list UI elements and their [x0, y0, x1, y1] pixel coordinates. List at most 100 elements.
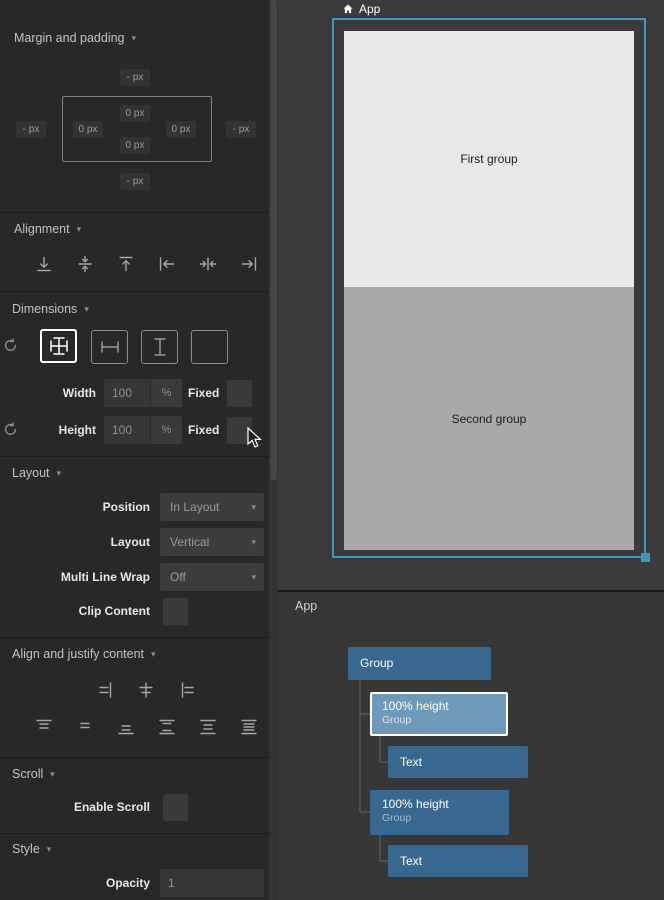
align-center-horizontal-icon[interactable]: [196, 252, 220, 276]
position-value: In Layout: [170, 500, 219, 514]
padding-top-field[interactable]: 0 px: [120, 105, 150, 122]
layout-direction-label: Layout: [0, 528, 150, 556]
divider: [0, 291, 278, 292]
node-label: Text: [400, 746, 528, 778]
resize-handle[interactable]: [641, 553, 650, 562]
opacity-input[interactable]: [160, 869, 264, 897]
margin-left-field[interactable]: - px: [16, 121, 46, 138]
layout-direction-dropdown[interactable]: Vertical ▾: [160, 528, 264, 556]
divider: [0, 833, 278, 834]
inspector-scrollbar[interactable]: [269, 0, 278, 900]
node-group-100-height-2[interactable]: 100% height Group: [370, 790, 509, 835]
node-label: Text: [400, 845, 528, 877]
width-fixed-label: Fixed: [188, 379, 219, 407]
margin-right-field[interactable]: - px: [226, 121, 256, 138]
height-label: Height: [0, 416, 96, 444]
padding-right-field[interactable]: 0 px: [166, 121, 196, 138]
chevron-down-icon: ▾: [132, 34, 137, 43]
node-graph-panel[interactable]: App Group 100% height Group Text 100% he…: [278, 590, 664, 900]
content-stretch-icon[interactable]: [237, 715, 261, 739]
clip-content-checkbox[interactable]: [163, 598, 188, 625]
chevron-down-icon: ▾: [57, 469, 62, 478]
section-margin-padding[interactable]: Margin and padding ▾: [14, 31, 136, 45]
align-left-icon[interactable]: [155, 252, 179, 276]
canvas-viewport[interactable]: App First group Second group: [278, 0, 664, 590]
first-group-label: First group: [460, 152, 517, 166]
node-text-2[interactable]: Text: [388, 845, 528, 877]
align-top-icon[interactable]: [114, 252, 138, 276]
height-input[interactable]: [104, 416, 150, 444]
node-type-label: Group: [382, 714, 506, 726]
content-center-icon[interactable]: [73, 715, 97, 739]
multi-line-wrap-dropdown[interactable]: Off ▾: [160, 563, 264, 591]
height-unit-selector[interactable]: %: [150, 416, 182, 444]
section-title: Layout: [12, 466, 50, 480]
section-title: Dimensions: [12, 302, 77, 316]
size-mode-width-button[interactable]: [91, 330, 128, 364]
height-fixed-checkbox[interactable]: [227, 417, 252, 444]
first-group-region[interactable]: First group: [344, 31, 634, 287]
section-alignment[interactable]: Alignment ▾: [14, 222, 81, 236]
align-bottom-icon[interactable]: [32, 252, 56, 276]
chevron-down-icon: ▾: [77, 225, 82, 234]
size-mode-both-button[interactable]: [40, 329, 77, 363]
divider: [0, 637, 278, 638]
padding-bottom-field[interactable]: 0 px: [120, 137, 150, 154]
position-label: Position: [0, 493, 150, 521]
section-title: Style: [12, 842, 40, 856]
align-right-icon[interactable]: [237, 252, 261, 276]
node-group-100-height-selected[interactable]: 100% height Group: [370, 692, 508, 736]
margin-bottom-field[interactable]: - px: [120, 173, 150, 190]
node-group-root[interactable]: Group: [348, 647, 491, 680]
justify-end-icon[interactable]: [93, 678, 117, 702]
section-title: Alignment: [14, 222, 70, 236]
align-center-vertical-icon[interactable]: [73, 252, 97, 276]
size-mode-height-button[interactable]: [141, 330, 178, 364]
content-space-between-icon[interactable]: [155, 715, 179, 739]
enable-scroll-checkbox[interactable]: [163, 794, 188, 821]
home-icon: [342, 3, 354, 15]
breadcrumb-app-label: App: [359, 2, 380, 16]
clip-content-label: Clip Content: [0, 598, 150, 625]
divider: [0, 757, 278, 758]
size-mode-none-button[interactable]: [191, 330, 228, 364]
justify-start-icon[interactable]: [176, 678, 200, 702]
divider: [0, 456, 278, 457]
margin-top-field[interactable]: - px: [120, 69, 150, 86]
width-unit-selector[interactable]: %: [150, 379, 182, 407]
width-label: Width: [0, 379, 96, 407]
breadcrumb[interactable]: App: [342, 2, 380, 16]
width-fixed-checkbox[interactable]: [227, 380, 252, 407]
width-input[interactable]: [104, 379, 150, 407]
section-title: Margin and padding: [14, 31, 125, 45]
section-layout[interactable]: Layout ▾: [12, 466, 61, 480]
section-style[interactable]: Style ▾: [12, 842, 51, 856]
divider: [0, 212, 278, 213]
node-text-1[interactable]: Text: [388, 746, 528, 778]
scrollbar-thumb[interactable]: [270, 0, 277, 480]
enable-scroll-label: Enable Scroll: [0, 794, 150, 821]
content-end-icon[interactable]: [114, 715, 138, 739]
content-start-icon[interactable]: [32, 715, 56, 739]
node-label: 100% height: [382, 797, 509, 811]
artboard-selection[interactable]: First group Second group: [332, 18, 646, 558]
justify-center-icon[interactable]: [134, 678, 158, 702]
padding-left-field[interactable]: 0 px: [73, 121, 103, 138]
chevron-down-icon: ▾: [251, 538, 256, 547]
content-space-around-icon[interactable]: [196, 715, 220, 739]
position-dropdown[interactable]: In Layout ▾: [160, 493, 264, 521]
reset-dimensions-icon[interactable]: [3, 338, 18, 353]
section-dimensions[interactable]: Dimensions ▾: [12, 302, 89, 316]
section-align-justify[interactable]: Align and justify content ▾: [12, 647, 156, 661]
chevron-down-icon: ▾: [151, 650, 156, 659]
opacity-label: Opacity: [0, 869, 150, 897]
chevron-down-icon: ▾: [50, 770, 55, 779]
layout-direction-value: Vertical: [170, 535, 209, 549]
chevron-down-icon: ▾: [251, 503, 256, 512]
section-scroll[interactable]: Scroll ▾: [12, 767, 55, 781]
section-title: Align and justify content: [12, 647, 144, 661]
section-title: Scroll: [12, 767, 43, 781]
second-group-label: Second group: [452, 412, 527, 426]
multi-line-wrap-value: Off: [170, 570, 186, 584]
second-group-region[interactable]: Second group: [344, 287, 634, 550]
